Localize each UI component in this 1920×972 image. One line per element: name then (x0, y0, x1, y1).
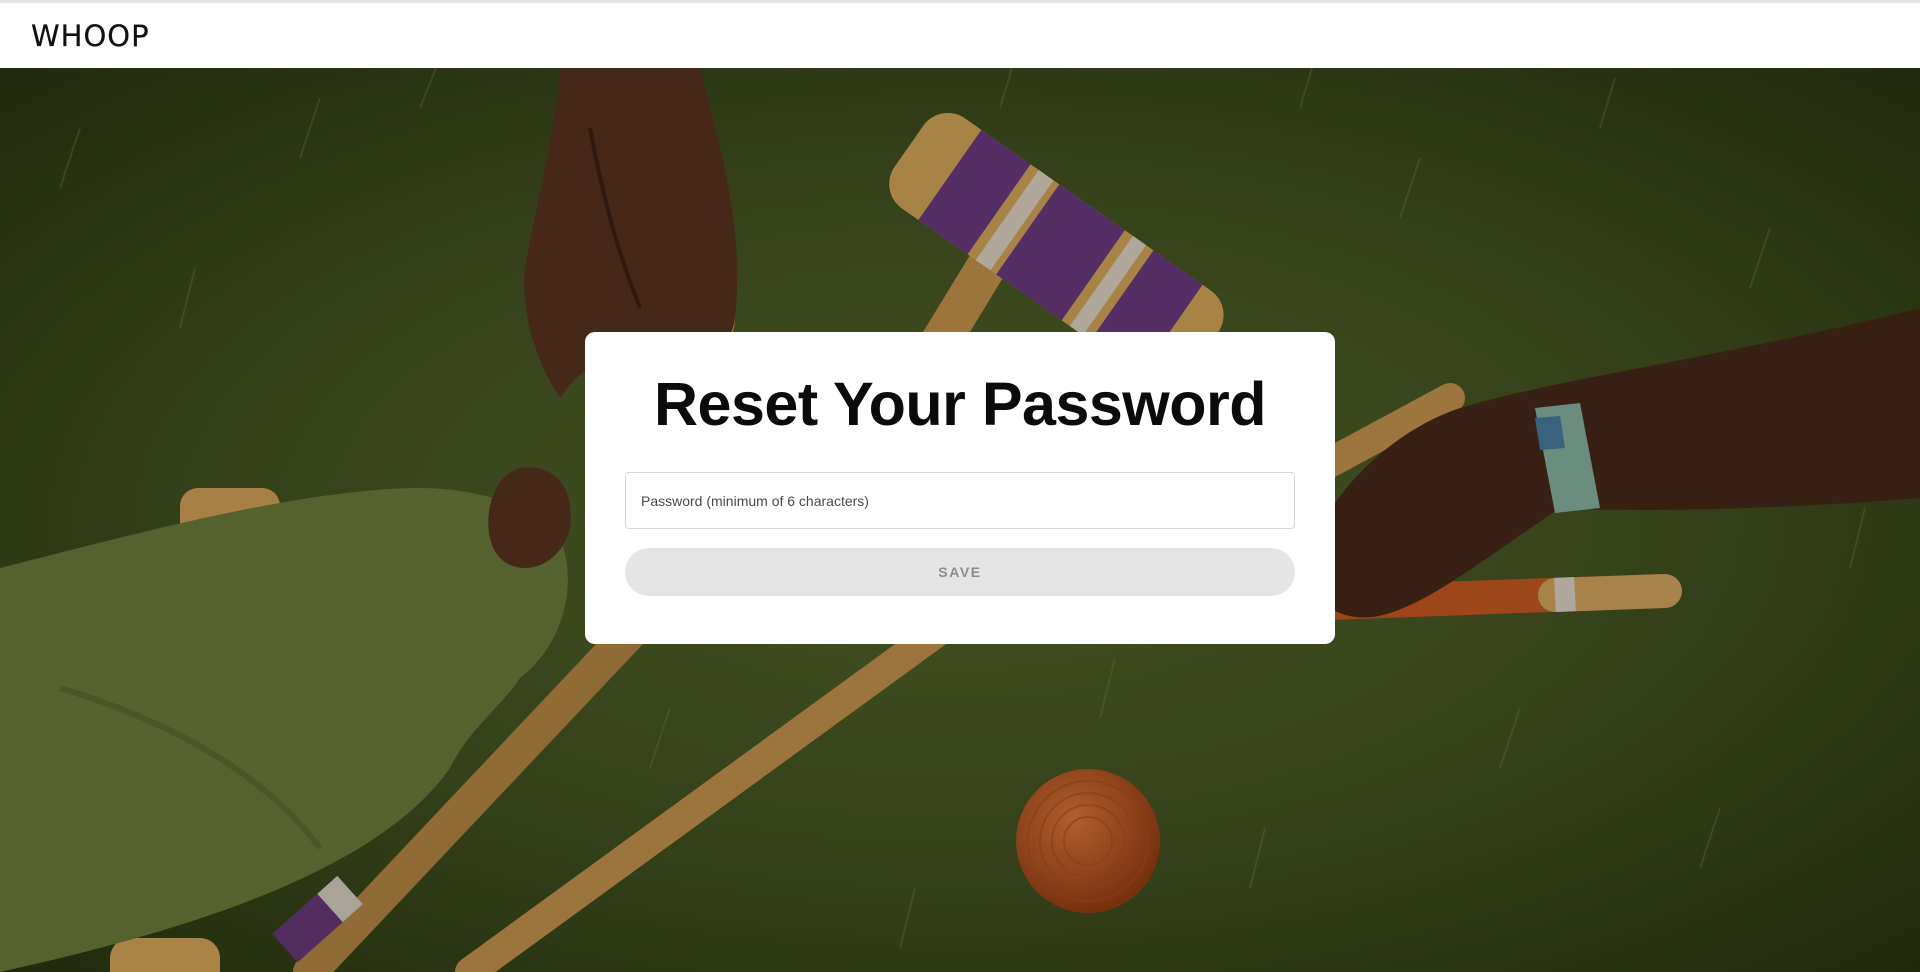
page-title: Reset Your Password (653, 370, 1267, 438)
reset-password-card: Reset Your Password SAVE (585, 332, 1335, 644)
whoop-logo[interactable]: WHOOP (31, 21, 150, 51)
hero-background: Reset Your Password SAVE (0, 68, 1920, 972)
save-button[interactable]: SAVE (625, 548, 1295, 596)
site-header: WHOOP (0, 3, 1920, 68)
password-input[interactable] (625, 472, 1295, 529)
